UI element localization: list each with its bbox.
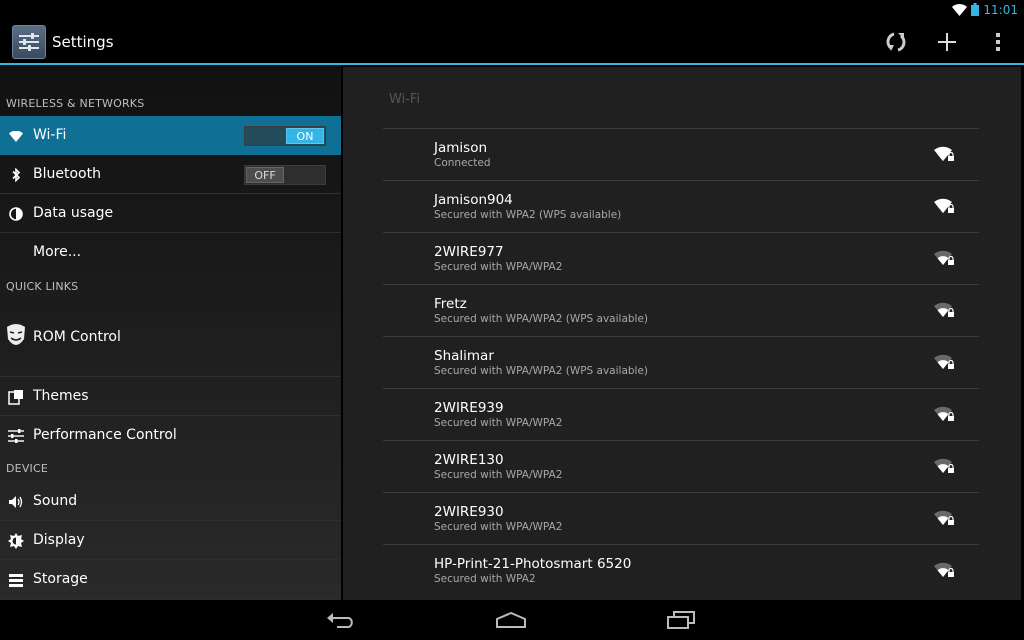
pref-label-sound: Sound — [33, 493, 78, 509]
wifi-signal-lock-icon — [934, 301, 956, 319]
action-bar: Settings — [0, 20, 1024, 64]
network-status: Connected — [434, 157, 491, 169]
network-list: Jamison Connected Jamison904 Secured with W… — [383, 128, 979, 596]
pref-item-data-usage[interactable]: Data usage — [0, 194, 341, 233]
home-button[interactable] — [491, 608, 531, 632]
pref-item-themes[interactable]: Themes — [0, 377, 341, 416]
pref-item-storage[interactable]: Storage — [0, 560, 341, 599]
network-status: Secured with WPA/WPA2 (WPS available) — [434, 365, 649, 377]
section-header-wireless: WIRELESS & NETWORKS — [6, 97, 145, 110]
wifi-signal-lock-icon — [934, 353, 956, 371]
back-button[interactable] — [322, 608, 362, 632]
network-name: HP-Print-21-Photosmart 6520 — [434, 556, 632, 572]
wifi-signal-lock-icon — [934, 405, 956, 423]
status-clock: 11:01 — [983, 3, 1018, 17]
wifi-pane-title: Wi-Fi — [389, 92, 421, 107]
refresh-wps-button[interactable] — [876, 24, 916, 60]
mask-icon — [4, 322, 28, 350]
network-row[interactable]: Jamison904 Secured with WPA2 (WPS availab… — [383, 180, 979, 232]
network-row[interactable]: Fretz Secured with WPA/WPA2 (WPS availabl… — [383, 284, 979, 336]
network-row[interactable]: Jamison Connected — [383, 128, 979, 180]
wifi-toggle-knob: ON — [286, 128, 324, 144]
pref-label-display: Display — [33, 532, 85, 548]
pref-label-data-usage: Data usage — [33, 205, 114, 221]
brightness-icon — [6, 531, 26, 551]
pref-item-display[interactable]: Display — [0, 521, 341, 560]
wifi-signal-lock-icon — [934, 457, 956, 475]
status-bar: 11:01 — [0, 0, 1024, 20]
sliders-icon — [6, 426, 26, 446]
wifi-signal-lock-icon — [934, 509, 956, 527]
navigation-bar — [0, 600, 1024, 640]
pref-label-bluetooth: Bluetooth — [33, 166, 101, 182]
network-name: Jamison — [434, 140, 488, 156]
wifi-signal-lock-icon — [934, 561, 956, 579]
network-status: Secured with WPA/WPA2 — [434, 261, 563, 273]
pref-label-rom-control: ROM Control — [33, 329, 121, 345]
network-status: Secured with WPA/WPA2 — [434, 469, 563, 481]
network-row[interactable]: HP-Print-21-Photosmart 6520 Secured with … — [383, 544, 979, 596]
themes-icon — [6, 387, 26, 407]
network-row[interactable]: 2WIRE939 Secured with WPA/WPA2 — [383, 388, 979, 440]
data-usage-icon — [6, 204, 26, 224]
network-row[interactable]: 2WIRE930 Secured with WPA/WPA2 — [383, 492, 979, 544]
storage-icon — [6, 570, 26, 590]
wifi-icon — [6, 126, 26, 146]
network-status: Secured with WPA2 (WPS available) — [434, 209, 622, 221]
pref-item-rom-control[interactable]: ROM Control — [0, 298, 341, 377]
pref-label-wifi: Wi-Fi — [33, 127, 67, 143]
network-row[interactable]: 2WIRE130 Secured with WPA/WPA2 — [383, 440, 979, 492]
settings-app-icon[interactable] — [12, 25, 46, 59]
pref-item-more[interactable]: More... — [0, 233, 341, 272]
section-header-quick-links: QUICK LINKS — [6, 280, 79, 293]
overflow-menu-icon — [996, 33, 1000, 51]
bluetooth-toggle-knob: OFF — [246, 167, 284, 183]
wifi-signal-lock-icon — [934, 145, 956, 163]
add-network-icon — [938, 33, 956, 51]
pref-label-storage: Storage — [33, 571, 88, 587]
network-row[interactable]: 2WIRE977 Secured with WPA/WPA2 — [383, 232, 979, 284]
wifi-signal-lock-icon — [934, 197, 956, 215]
battery-icon — [971, 1, 980, 20]
bluetooth-toggle[interactable]: OFF — [244, 165, 326, 185]
home-icon — [496, 612, 526, 628]
section-header-device: DEVICE — [6, 462, 49, 475]
speaker-icon — [6, 492, 26, 512]
wifi-detail-pane: Wi-Fi Jamison Connected Jamison904 Secured … — [343, 67, 1021, 600]
network-status: Secured with WPA/WPA2 — [434, 417, 563, 429]
network-status: Secured with WPA/WPA2 (WPS available) — [434, 313, 649, 325]
refresh-wps-icon — [886, 32, 906, 52]
network-name: Jamison904 — [434, 192, 513, 208]
page-title: Settings — [52, 33, 114, 51]
settings-list: WIRELESS & NETWORKS Wi-Fi ON Bluetooth O… — [0, 65, 341, 600]
add-network-button[interactable] — [927, 24, 967, 60]
pref-label-themes: Themes — [33, 388, 89, 404]
network-name: Shalimar — [434, 348, 494, 364]
pref-label-performance-control: Performance Control — [33, 427, 177, 443]
recent-apps-icon — [667, 611, 695, 629]
pref-item-sound[interactable]: Sound — [0, 482, 341, 521]
recent-apps-button[interactable] — [661, 608, 701, 632]
pref-item-wifi[interactable]: Wi-Fi ON — [0, 116, 341, 155]
network-name: 2WIRE130 — [434, 452, 504, 468]
bluetooth-icon — [6, 165, 26, 185]
network-status: Secured with WPA2 — [434, 573, 536, 585]
network-status: Secured with WPA/WPA2 — [434, 521, 563, 533]
wifi-toggle[interactable]: ON — [244, 126, 326, 146]
network-name: 2WIRE930 — [434, 504, 504, 520]
network-name: Fretz — [434, 296, 467, 312]
wifi-signal-icon — [952, 1, 968, 20]
pref-label-more: More... — [33, 244, 82, 260]
network-row[interactable]: Shalimar Secured with WPA/WPA2 (WPS avail… — [383, 336, 979, 388]
overflow-menu-button[interactable] — [978, 24, 1018, 60]
pref-item-bluetooth[interactable]: Bluetooth OFF — [0, 155, 341, 194]
network-name: 2WIRE977 — [434, 244, 504, 260]
pref-item-performance-control[interactable]: Performance Control — [0, 416, 341, 455]
back-icon — [327, 613, 353, 628]
wifi-signal-lock-icon — [934, 249, 956, 267]
network-name: 2WIRE939 — [434, 400, 504, 416]
